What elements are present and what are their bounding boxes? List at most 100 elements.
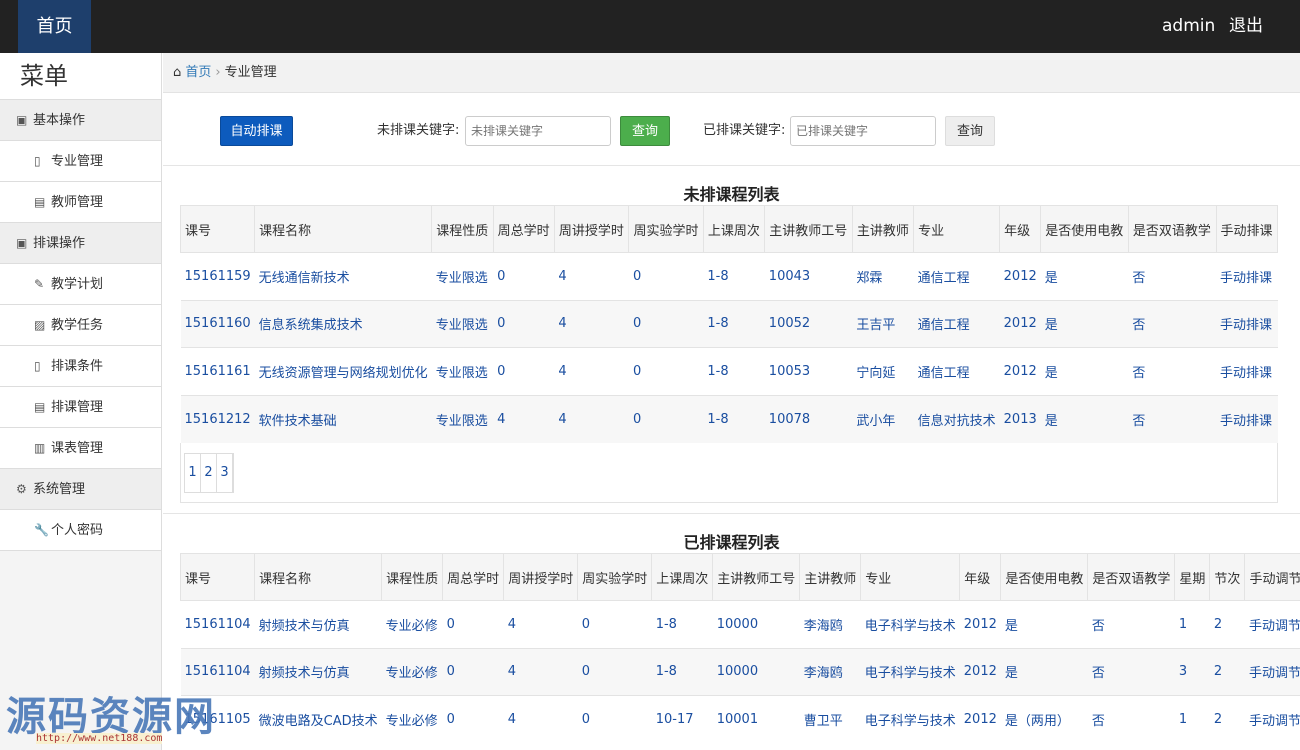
sidebar-group-basic[interactable]: ▣ 基本操作 xyxy=(0,100,161,141)
unscheduled-title: 未排课程列表 xyxy=(683,185,780,204)
table-cell: 是（两用） xyxy=(1000,695,1088,743)
table-cell: 2012 xyxy=(959,600,1001,648)
table-cell: 4 xyxy=(503,600,578,648)
table-cell: 10078 xyxy=(764,394,853,443)
column-header: 专业 xyxy=(913,205,1001,253)
column-header: 课号 xyxy=(179,553,256,601)
divider xyxy=(163,165,1300,166)
page-link[interactable]: 1 xyxy=(185,454,201,492)
table-cell: 1-8 xyxy=(703,252,765,300)
table-cell: 0 xyxy=(493,347,555,395)
breadcrumb-home[interactable]: 首页 xyxy=(185,65,211,80)
table-cell: 0 xyxy=(493,252,555,300)
table-cell: 0 xyxy=(628,394,704,443)
page-link[interactable]: 2 xyxy=(201,454,217,492)
table-cell: 2 xyxy=(1209,600,1245,648)
page-link[interactable]: 3 xyxy=(217,454,233,492)
column-header: 手动排课 xyxy=(1215,205,1278,253)
table-cell: 1-8 xyxy=(703,299,765,348)
auto-schedule-button[interactable]: 自动排课 xyxy=(220,116,293,146)
table-cell: 李海鸥 xyxy=(799,647,861,696)
table-cell: 0 xyxy=(628,299,704,348)
column-header: 是否双语教学 xyxy=(1127,205,1217,253)
column-header: 是否双语教学 xyxy=(1087,553,1176,601)
sidebar-item-password[interactable]: 🔧 个人密码 xyxy=(0,510,161,551)
table-cell: 0 xyxy=(628,347,704,395)
item-label: 排课管理 xyxy=(51,400,104,415)
query-scheduled-button[interactable]: 查询 xyxy=(945,116,995,146)
table-row: 15161160 信息系统集成技术 专业限选 0 4 0 1-8 10052 王吉平 通信工程 20… xyxy=(180,299,1278,348)
table-cell: 15161160 xyxy=(180,299,255,348)
table-cell: 是 xyxy=(1000,600,1088,648)
table-cell: 无线资源管理与网络规划优化 xyxy=(254,347,432,395)
table-cell: 无线通信新技术 xyxy=(254,252,432,300)
table-cell: 15161159 xyxy=(180,252,255,300)
table-cell: 15161104 xyxy=(180,600,255,648)
watermark-url: http://www.net188.com xyxy=(36,733,163,744)
sidebar-item-teacher[interactable]: ▤ 教师管理 xyxy=(0,182,161,223)
column-header: 是否使用电教 xyxy=(1040,205,1129,253)
column-header: 课程性质 xyxy=(381,553,444,601)
sidebar-item-task[interactable]: ▨ 教学任务 xyxy=(0,305,161,346)
table-cell: 2012 xyxy=(959,647,1001,696)
table-cell: 否 xyxy=(1128,347,1216,395)
unscheduled-table: 课号 课程名称 课程性质 周总学时 周讲授学时 周实验学时 上课周次 主讲教师工号 主讲教师 专业… xyxy=(179,205,1278,443)
table-cell: 0 xyxy=(442,695,504,743)
sidebar-item-plan[interactable]: ✎ 教学计划 xyxy=(0,264,161,305)
manual-action-link[interactable]: 手动排课 xyxy=(1216,299,1278,348)
main-content: ⌂ 首页 ›专业管理 自动排课 未排课关键字: 查询 已排课关键字: 查询 未排课… xyxy=(163,53,1300,750)
table-cell: 2 xyxy=(1209,647,1245,696)
sidebar-group-schedule[interactable]: ▣ 排课操作 xyxy=(0,223,161,264)
unscheduled-keyword-label: 未排课关键字: xyxy=(377,123,460,138)
table-cell: 射频技术与仿真 xyxy=(254,647,382,696)
sidebar-item-major[interactable]: ▯ 专业管理 xyxy=(0,141,161,182)
table-cell: 专业必修 xyxy=(381,695,443,743)
column-header: 手动调节 xyxy=(1244,553,1300,601)
table-row: 15161159 无线通信新技术 专业限选 0 4 0 1-8 10043 郑霖 通信工程 2012… xyxy=(180,252,1278,300)
manual-action-link[interactable]: 手动排课 xyxy=(1216,347,1278,395)
table-cell: 否 xyxy=(1128,299,1216,348)
item-label: 排课条件 xyxy=(51,359,104,374)
column-header: 主讲教师工号 xyxy=(764,205,853,253)
list-icon: ▤ xyxy=(34,400,46,414)
scheduled-keyword-input[interactable] xyxy=(790,116,936,146)
logout-link[interactable]: 退出 xyxy=(1229,0,1263,53)
table-cell: 否 xyxy=(1128,394,1216,443)
sidebar-item-timetable[interactable]: ▥ 课表管理 xyxy=(0,428,161,469)
manual-action-link[interactable]: 手动调节 xyxy=(1244,695,1300,743)
sidebar-item-condition[interactable]: ▯ 排课条件 xyxy=(0,346,161,387)
table-cell: 信息系统集成技术 xyxy=(254,299,432,348)
sidebar-group-system[interactable]: ⚙ 系统管理 xyxy=(0,469,161,510)
table-cell: 2013 xyxy=(999,394,1041,443)
column-header: 周总学时 xyxy=(492,205,555,253)
group-label: 排课操作 xyxy=(33,236,86,251)
user-name[interactable]: admin xyxy=(1162,0,1215,53)
table-cell: 王吉平 xyxy=(852,299,914,348)
table-cell: 宁向延 xyxy=(852,347,914,395)
manual-action-link[interactable]: 手动调节 xyxy=(1244,647,1300,696)
table-cell: 信息对抗技术 xyxy=(913,394,1000,443)
scheduled-title: 已排课程列表 xyxy=(683,533,780,552)
table-cell: 否 xyxy=(1087,600,1175,648)
group-label: 基本操作 xyxy=(33,113,86,128)
table-cell: 10001 xyxy=(712,695,800,743)
table-cell: 10000 xyxy=(712,600,800,648)
manual-action-link[interactable]: 手动调节 xyxy=(1244,600,1300,648)
manual-action-link[interactable]: 手动排课 xyxy=(1216,252,1278,300)
query-unscheduled-button[interactable]: 查询 xyxy=(620,116,670,146)
sidebar-item-arrange[interactable]: ▤ 排课管理 xyxy=(0,387,161,428)
table-cell: 专业必修 xyxy=(381,647,443,696)
book-icon: ▣ xyxy=(16,236,28,250)
breadcrumb-current: 专业管理 xyxy=(224,65,277,80)
table-cell: 电子科学与技术 xyxy=(860,647,960,696)
column-header: 上课周次 xyxy=(702,205,766,253)
unscheduled-keyword-input[interactable] xyxy=(465,116,611,146)
column-header: 主讲教师工号 xyxy=(712,553,801,601)
table-row: 15161161 无线资源管理与网络规划优化 专业限选 0 4 0 1-8 10053 宁向延通… xyxy=(180,347,1278,395)
manual-action-link[interactable]: 手动排课 xyxy=(1216,394,1278,443)
table-cell: 15161161 xyxy=(180,347,255,395)
table-cell: 是 xyxy=(1040,394,1129,443)
nav-home-tab[interactable]: 首页 xyxy=(18,0,91,53)
table-cell: 0 xyxy=(442,600,504,648)
table-cell: 通信工程 xyxy=(913,299,1000,348)
